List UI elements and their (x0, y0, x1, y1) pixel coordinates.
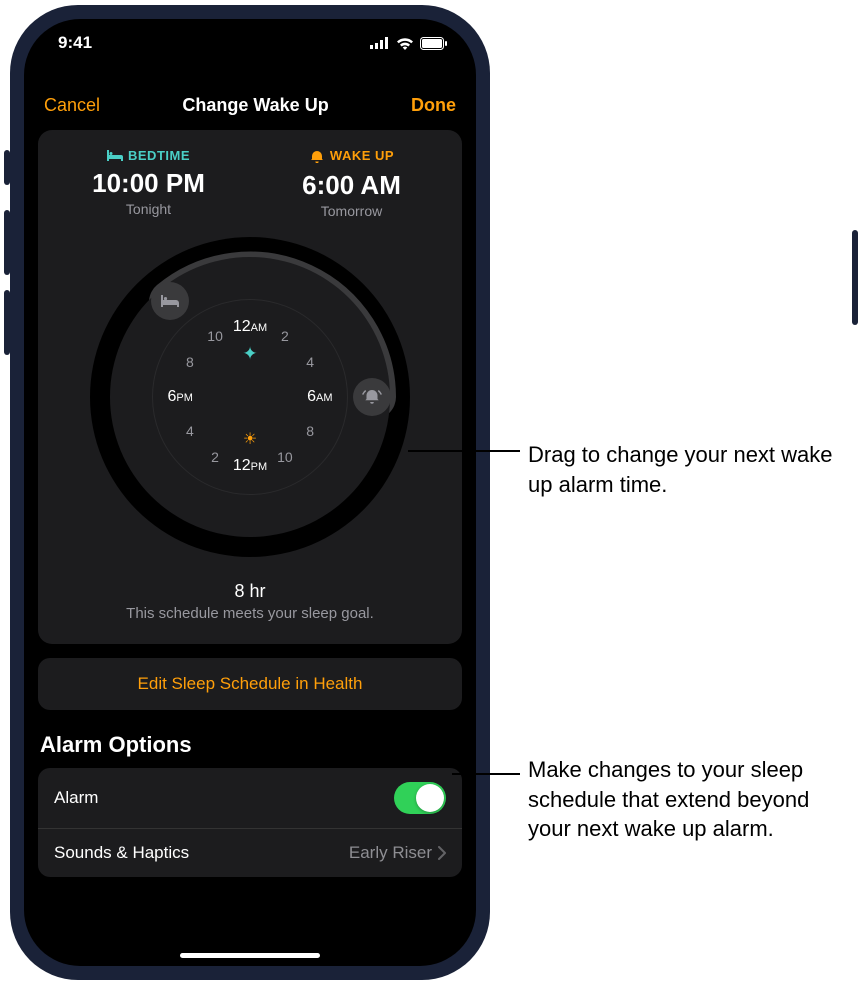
sleep-goal-message: This schedule meets your sleep goal. (52, 605, 448, 622)
bedtime-handle[interactable] (151, 282, 189, 320)
bed-handle-icon (161, 295, 179, 307)
cancel-button[interactable]: Cancel (44, 95, 100, 116)
alarm-handle-icon (362, 388, 382, 405)
bedtime-day: Tonight (52, 201, 245, 217)
status-time: 9:41 (58, 33, 92, 53)
phone-frame: 9:41 Cancel Change Wake Up Done BEDTIME (10, 5, 490, 980)
bedtime-block: BEDTIME 10:00 PM Tonight (52, 148, 245, 217)
sounds-value: Early Riser (349, 843, 432, 863)
alarm-label: Alarm (54, 788, 98, 808)
wakeup-day: Tomorrow (255, 203, 448, 219)
sounds-label: Sounds & Haptics (54, 843, 189, 863)
bedtime-label: BEDTIME (128, 148, 190, 163)
nav-bar: Cancel Change Wake Up Done (24, 67, 476, 130)
wakeup-block: WAKE UP 6:00 AM Tomorrow (255, 148, 448, 219)
wakeup-value: 6:00 AM (255, 170, 448, 201)
clock-face: 12AM 6AM 12PM 6PM 2 4 8 10 2 4 8 10 ✦ ☀ (152, 299, 348, 495)
sounds-haptics-row[interactable]: Sounds & Haptics Early Riser (38, 828, 462, 877)
callout-line (452, 773, 520, 775)
sleep-dial[interactable]: 12AM 6AM 12PM 6PM 2 4 8 10 2 4 8 10 ✦ ☀ (90, 237, 410, 557)
notch (170, 19, 330, 49)
bedtime-value: 10:00 PM (52, 168, 245, 199)
alarm-icon (309, 149, 325, 163)
alarm-toggle[interactable] (394, 782, 446, 814)
callout-line (408, 450, 520, 452)
cellular-icon (370, 37, 390, 49)
battery-icon (420, 37, 448, 50)
chevron-right-icon (438, 846, 446, 860)
sleep-duration: 8 hr (52, 581, 448, 602)
annotation-edit: Make changes to your sleep schedule that… (528, 755, 858, 844)
alarm-options-header: Alarm Options (40, 732, 460, 758)
wakeup-label: WAKE UP (330, 148, 394, 163)
wakeup-handle[interactable] (353, 378, 391, 416)
annotation-drag: Drag to change your next wake up alarm t… (528, 440, 848, 499)
alarm-toggle-row[interactable]: Alarm (38, 768, 462, 828)
phone-screen: 9:41 Cancel Change Wake Up Done BEDTIME (24, 19, 476, 966)
day-icon: ☀ (243, 429, 257, 449)
edit-schedule-button[interactable]: Edit Sleep Schedule in Health (38, 658, 462, 710)
night-icon: ✦ (242, 343, 257, 364)
schedule-card: BEDTIME 10:00 PM Tonight WAKE UP 6:00 AM… (38, 130, 462, 644)
page-title: Change Wake Up (182, 95, 328, 116)
wifi-icon (396, 37, 414, 50)
bed-icon (107, 150, 123, 161)
done-button[interactable]: Done (411, 95, 456, 116)
home-indicator[interactable] (180, 953, 320, 958)
